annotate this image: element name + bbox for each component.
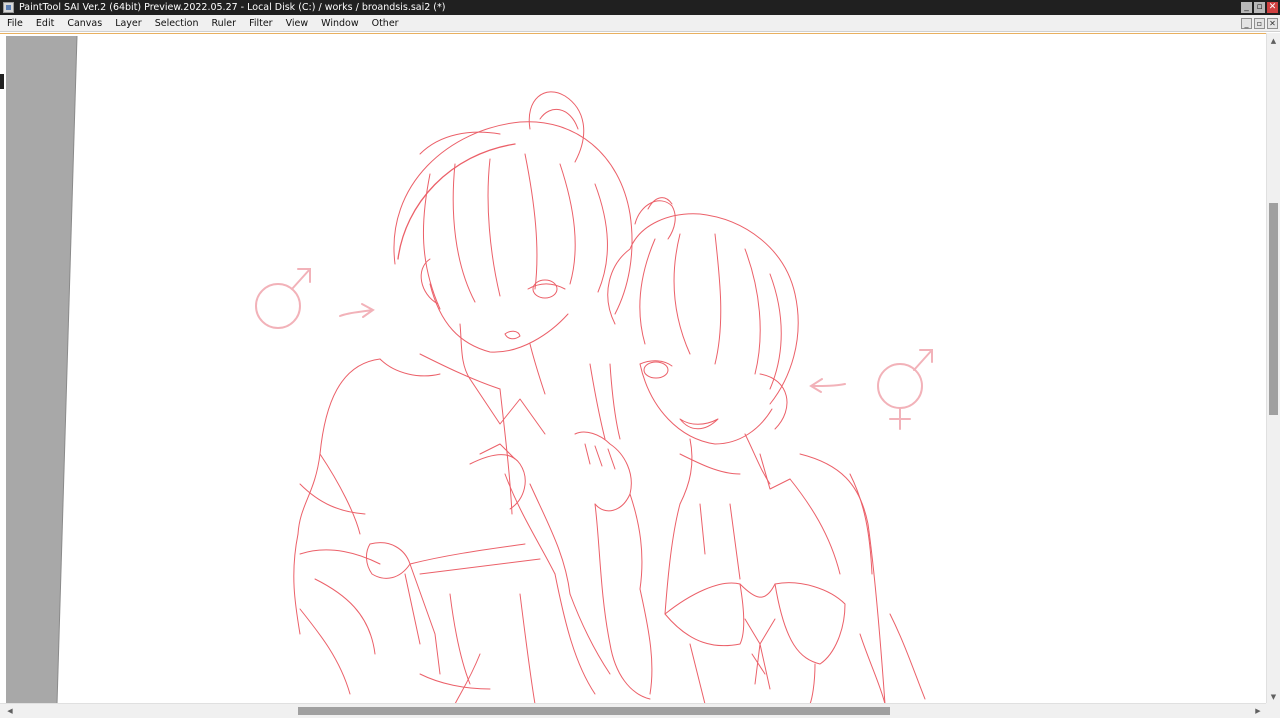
canvas-area[interactable] bbox=[0, 33, 1280, 706]
menu-canvas[interactable]: Canvas bbox=[60, 18, 108, 29]
scroll-left-arrow-icon[interactable]: ◀ bbox=[4, 704, 16, 718]
drawing-canvas[interactable] bbox=[0, 34, 1266, 704]
menu-file[interactable]: File bbox=[0, 18, 29, 29]
menu-bar: File Edit Canvas Layer Selection Ruler F… bbox=[0, 15, 1280, 32]
scroll-up-arrow-icon[interactable]: ▲ bbox=[1267, 35, 1280, 47]
vertical-scrollbar[interactable]: ▲ ▼ bbox=[1266, 33, 1280, 706]
horizontal-scrollbar[interactable]: ◀ ▶ bbox=[0, 703, 1266, 718]
scrollbar-corner bbox=[1266, 703, 1280, 718]
scroll-right-arrow-icon[interactable]: ▶ bbox=[1252, 704, 1264, 718]
menu-view[interactable]: View bbox=[279, 18, 315, 29]
menu-filter[interactable]: Filter bbox=[242, 18, 279, 29]
title-bar: PaintTool SAI Ver.2 (64bit) Preview.2022… bbox=[0, 0, 1280, 15]
window-restore-button[interactable]: ▫ bbox=[1254, 2, 1265, 13]
menu-edit[interactable]: Edit bbox=[29, 18, 60, 29]
menu-other[interactable]: Other bbox=[365, 18, 405, 29]
menu-layer[interactable]: Layer bbox=[108, 18, 148, 29]
window-controls: _ ▫ ✕ bbox=[1241, 2, 1278, 13]
document-controls: _ ▫ ✕ bbox=[1241, 18, 1278, 29]
menu-selection[interactable]: Selection bbox=[148, 18, 205, 29]
document-restore-button[interactable]: ▫ bbox=[1254, 18, 1265, 29]
document-minimize-button[interactable]: _ bbox=[1241, 18, 1252, 29]
document-close-button[interactable]: ✕ bbox=[1267, 18, 1278, 29]
window-minimize-button[interactable]: _ bbox=[1241, 2, 1252, 13]
sketch-layer bbox=[293, 91, 926, 704]
annotation-marks bbox=[255, 268, 933, 430]
vertical-scroll-thumb[interactable] bbox=[1269, 203, 1278, 415]
window-close-button[interactable]: ✕ bbox=[1267, 2, 1278, 13]
window-title: PaintTool SAI Ver.2 (64bit) Preview.2022… bbox=[19, 2, 446, 13]
menu-ruler[interactable]: Ruler bbox=[204, 18, 242, 29]
scroll-down-arrow-icon[interactable]: ▼ bbox=[1267, 691, 1280, 703]
canvas-outside-region bbox=[6, 36, 77, 704]
horizontal-scroll-thumb[interactable] bbox=[298, 707, 890, 715]
app-icon bbox=[3, 2, 14, 13]
menu-window[interactable]: Window bbox=[314, 18, 364, 29]
